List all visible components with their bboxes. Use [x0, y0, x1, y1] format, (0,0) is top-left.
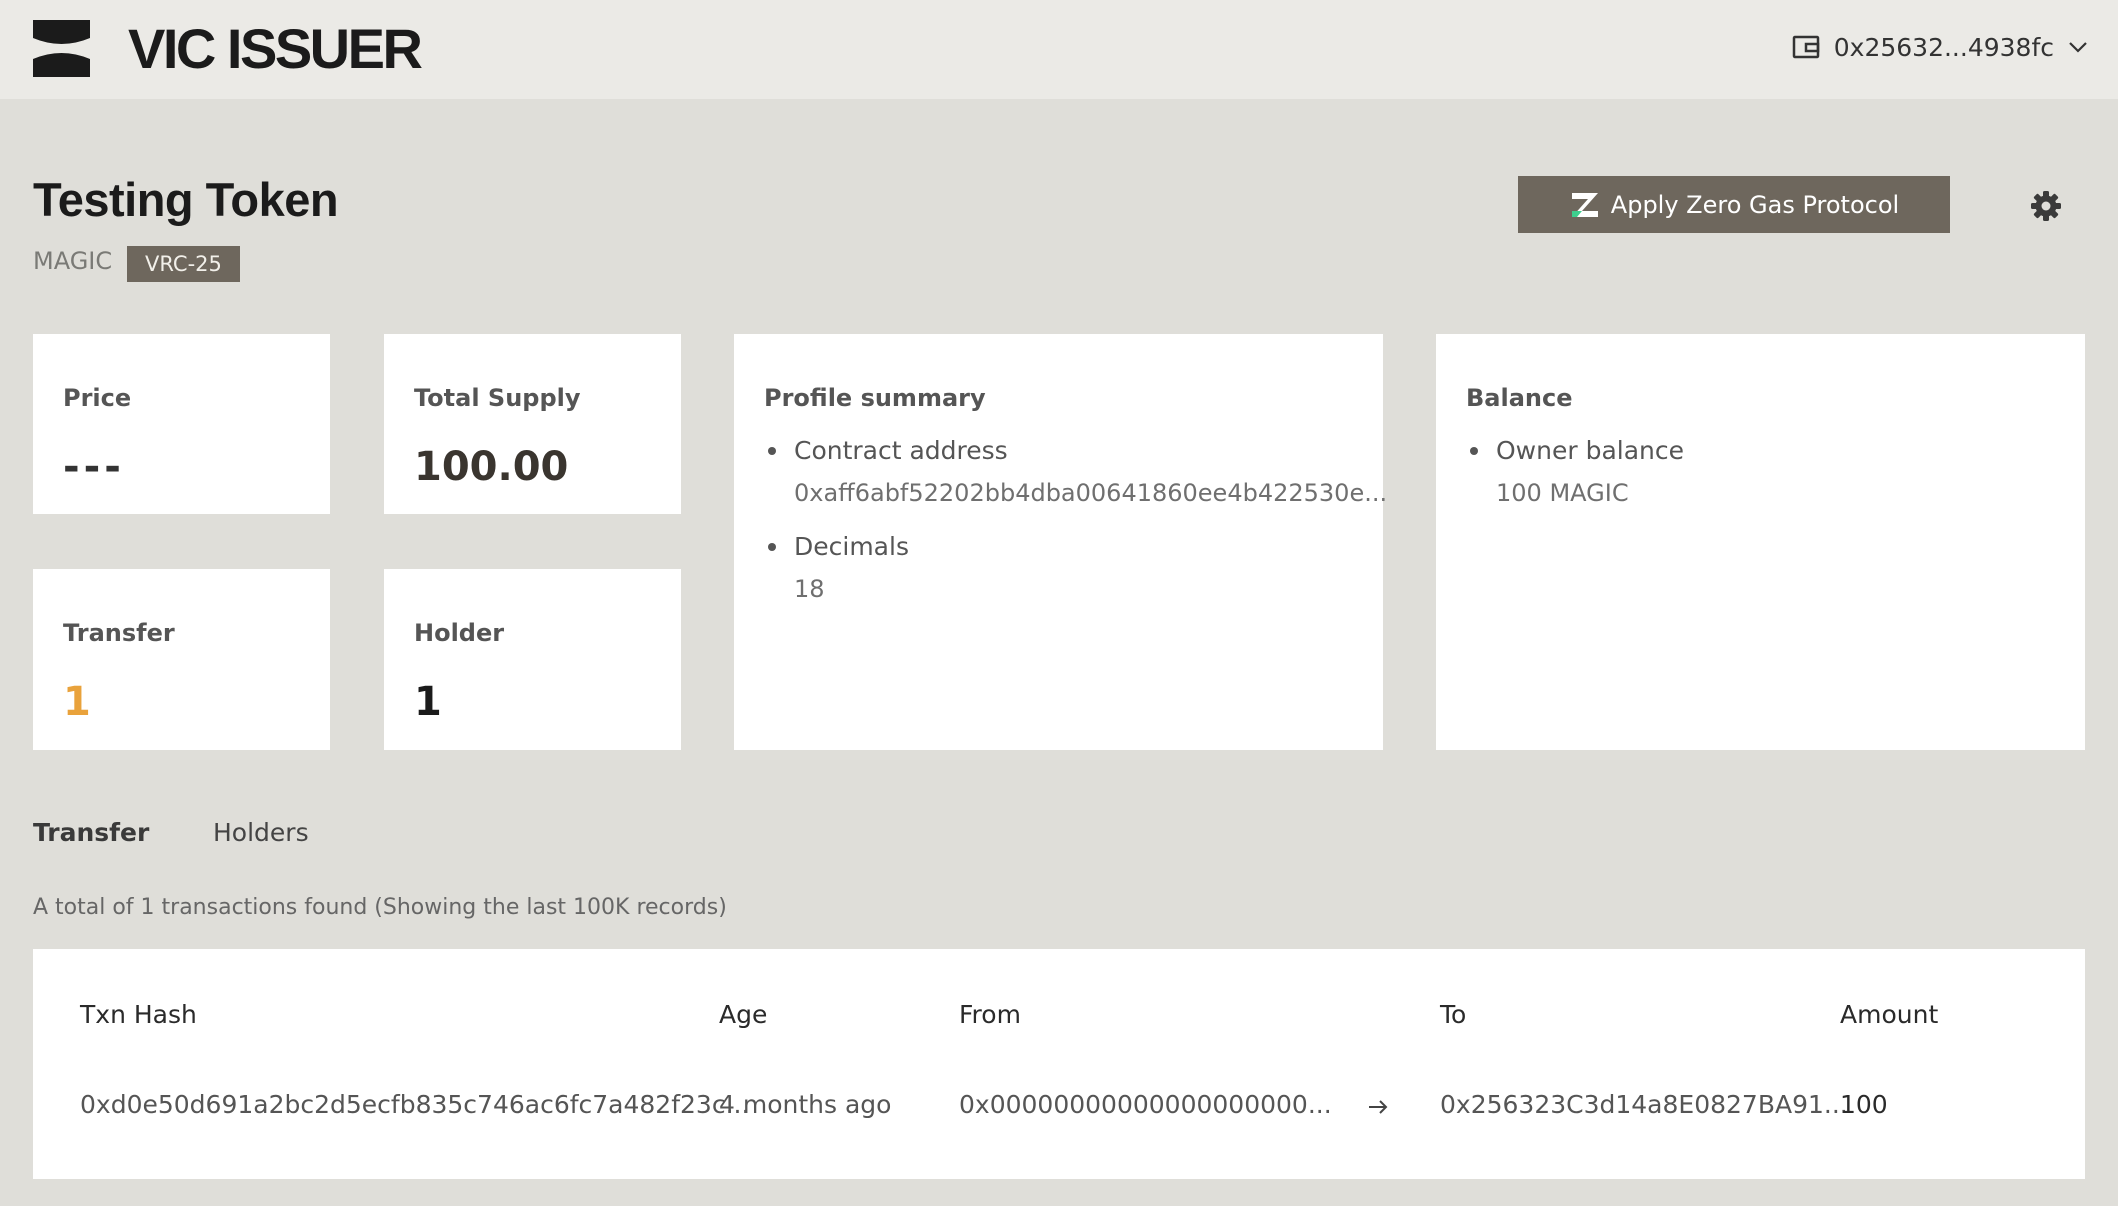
- tab-holders[interactable]: Holders: [213, 818, 309, 847]
- transactions-table: Txn Hash Age From To Amount 0xd0e50d691a…: [33, 949, 2085, 1179]
- txn-amount: 100: [1840, 1090, 1888, 1119]
- column-header-txn-hash: Txn Hash: [80, 1000, 197, 1029]
- brand-logo-icon[interactable]: [33, 20, 90, 77]
- total-supply-card: Total Supply 100.00: [384, 334, 681, 514]
- holder-card: Holder 1: [384, 569, 681, 750]
- transfer-value: 1: [63, 679, 91, 725]
- transactions-summary: A total of 1 transactions found (Showing…: [33, 895, 727, 920]
- wallet-menu[interactable]: 0x25632...4938fc: [1792, 26, 2088, 68]
- profile-summary-card: Profile summary Contract address 0xaff6a…: [734, 334, 1387, 750]
- holder-value: 1: [414, 679, 442, 725]
- chevron-down-icon: [2069, 42, 2087, 53]
- list-item: Decimals 18: [764, 530, 1387, 606]
- brand-name[interactable]: VIC ISSUER: [128, 14, 423, 84]
- balance-card: Balance Owner balance 100 MAGIC: [1436, 334, 2085, 750]
- price-card: Price ---: [33, 334, 330, 514]
- balance-list: Owner balance 100 MAGIC: [1466, 434, 1684, 530]
- txn-hash-link[interactable]: 0xd0e50d691a2bc2d5ecfb835c746ac6fc7a482f…: [80, 1090, 749, 1119]
- column-header-amount: Amount: [1840, 1000, 1939, 1029]
- tab-transfer[interactable]: Transfer: [33, 818, 149, 847]
- contract-address-value[interactable]: 0xaff6abf52202bb4dba00641860ee4b422530e.…: [794, 476, 1387, 510]
- decimals-value: 18: [794, 575, 825, 603]
- apply-zero-gas-button[interactable]: Apply Zero Gas Protocol: [1518, 176, 1950, 233]
- list-item: Contract address 0xaff6abf52202bb4dba006…: [764, 434, 1387, 510]
- txn-age: 4 months ago: [719, 1090, 892, 1119]
- total-supply-label: Total Supply: [414, 384, 581, 412]
- transfer-label: Transfer: [63, 619, 175, 647]
- txn-from-link[interactable]: 0x00000000000000000000...: [959, 1090, 1332, 1119]
- zero-gas-icon: [1571, 192, 1598, 217]
- total-supply-value: 100.00: [414, 444, 569, 490]
- column-header-to: To: [1440, 1000, 1467, 1029]
- arrow-right-icon: [1369, 1100, 1388, 1114]
- profile-summary-title: Profile summary: [764, 384, 986, 412]
- price-label: Price: [63, 384, 132, 412]
- column-header-age: Age: [719, 1000, 768, 1029]
- wallet-icon: [1792, 35, 1819, 59]
- profile-summary-list: Contract address 0xaff6abf52202bb4dba006…: [764, 434, 1387, 626]
- transfer-card: Transfer 1: [33, 569, 330, 750]
- apply-zero-gas-label: Apply Zero Gas Protocol: [1610, 190, 1900, 219]
- price-value: ---: [63, 444, 125, 490]
- token-name: Testing Token: [33, 173, 339, 226]
- contract-address-label: Contract address: [794, 436, 1008, 465]
- list-item: Owner balance 100 MAGIC: [1466, 434, 1684, 510]
- holder-label: Holder: [414, 619, 505, 647]
- decimals-label: Decimals: [794, 532, 909, 561]
- token-standard-badge: VRC-25: [127, 246, 240, 282]
- owner-balance-label: Owner balance: [1496, 436, 1685, 465]
- token-symbol: MAGIC: [33, 247, 113, 275]
- gear-icon[interactable]: [2030, 190, 2062, 222]
- wallet-address: 0x25632...4938fc: [1833, 32, 2054, 62]
- balance-title: Balance: [1466, 384, 1573, 412]
- txn-to-link[interactable]: 0x256323C3d14a8E0827BA91...: [1440, 1090, 1848, 1119]
- top-bar: VIC ISSUER 0x25632...4938fc: [0, 0, 2118, 99]
- owner-balance-value: 100 MAGIC: [1496, 479, 1629, 507]
- column-header-from: From: [959, 1000, 1021, 1029]
